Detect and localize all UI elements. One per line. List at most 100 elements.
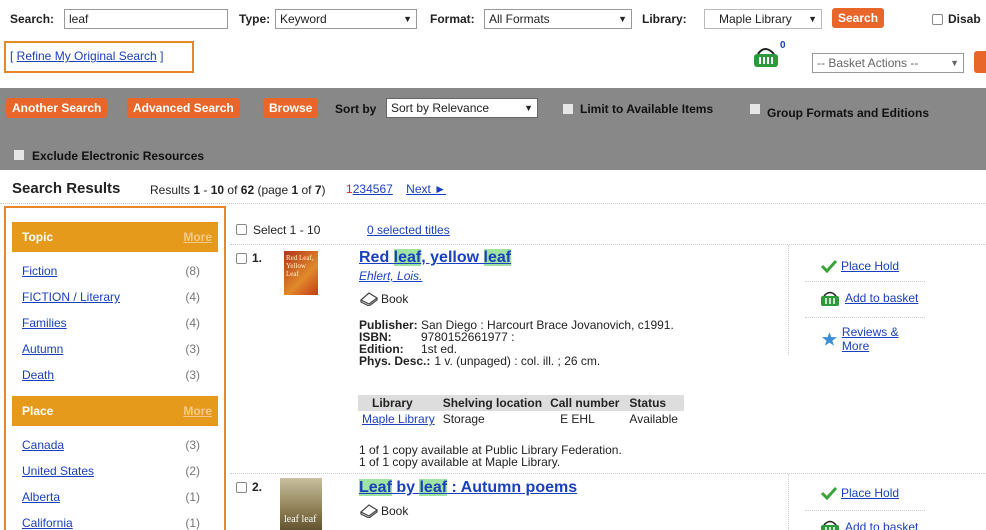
place-hold-action[interactable]: Place Hold xyxy=(821,259,899,273)
basket-count: 0 xyxy=(780,40,786,51)
facet-link[interactable]: Alberta xyxy=(22,490,60,516)
limit-available-label: Limit to Available Items xyxy=(580,102,714,116)
availability-notes: 1 of 1 copy available at Public Library … xyxy=(359,444,622,468)
add-to-basket-action[interactable]: Add to basket xyxy=(819,518,918,530)
holdings-location: Storage xyxy=(442,412,485,426)
result-title-link[interactable]: Red leaf, yellow leaf xyxy=(359,249,512,267)
basket-go-button[interactable] xyxy=(974,51,986,73)
exclude-electronic-checkbox[interactable] xyxy=(14,150,24,160)
pagination: 1234567 Next ► xyxy=(346,182,446,196)
place-hold-link[interactable]: Place Hold xyxy=(841,259,899,273)
facet-sidebar: Topic More Fiction (8) FICTION / Literary… xyxy=(4,206,226,530)
holdings-row: Maple Library Storage E EHL Available xyxy=(358,411,684,427)
type-select[interactable]: Keyword ▼ xyxy=(275,9,417,29)
result-item: 1. Red Leaf, Yellow Leaf Red leaf, yello… xyxy=(230,244,986,474)
holdings-library-link[interactable]: Maple Library xyxy=(362,412,435,426)
book-icon xyxy=(359,504,379,518)
holdings-call-number: E EHL xyxy=(560,412,595,426)
page-link[interactable]: 4 xyxy=(366,182,373,196)
facet-title: Topic xyxy=(22,230,54,244)
search-button[interactable]: Search xyxy=(832,8,885,28)
type-label: Type: xyxy=(239,12,271,26)
facet-link[interactable]: United States xyxy=(22,464,94,490)
format-value: All Formats xyxy=(489,12,550,26)
results-range-sep: - xyxy=(200,183,211,197)
format-select[interactable]: All Formats ▼ xyxy=(484,9,632,29)
basket-actions-select[interactable]: -- Basket Actions -- ▼ xyxy=(812,53,964,73)
sort-label: Sort by xyxy=(335,102,377,116)
sort-select[interactable]: Sort by Relevance ▼ xyxy=(386,98,538,118)
result-checkbox[interactable] xyxy=(236,482,247,493)
facet-link[interactable]: Death xyxy=(22,368,54,394)
facet-header-place: Place More xyxy=(12,396,218,426)
facet-link[interactable]: Autumn xyxy=(22,342,63,368)
facet-link[interactable]: FICTION / Literary xyxy=(22,290,120,316)
result-checkbox[interactable] xyxy=(236,253,247,264)
selected-titles-link[interactable]: 0 selected titles xyxy=(367,223,450,237)
next-page-link[interactable]: Next ► xyxy=(406,182,446,196)
facet-more-link[interactable]: More xyxy=(183,230,212,244)
book-cover-image[interactable]: leaf leaf xyxy=(280,478,322,530)
basket-icon xyxy=(821,291,839,306)
cover-text: leaf leaf xyxy=(284,514,317,525)
facet-count: (4) xyxy=(185,316,200,330)
facet-count: (8) xyxy=(185,264,200,278)
facet-count: (3) xyxy=(185,342,200,356)
add-to-basket-action[interactable]: Add to basket xyxy=(819,289,918,307)
divider xyxy=(805,317,925,318)
disable-checkbox[interactable] xyxy=(932,14,943,25)
search-input[interactable]: leaf xyxy=(64,9,228,29)
facet-count: (3) xyxy=(185,368,200,382)
library-select[interactable]: Maple Library ▼ xyxy=(704,9,822,29)
holdings-table: Library Shelving location Call number St… xyxy=(358,395,684,427)
advanced-search-button[interactable]: Advanced Search xyxy=(127,98,240,118)
reviews-link[interactable]: Reviews & More xyxy=(842,325,924,353)
facet-title: Place xyxy=(22,404,54,418)
select-all-checkbox[interactable] xyxy=(236,224,247,235)
another-search-button[interactable]: Another Search xyxy=(6,98,108,118)
author-link[interactable]: Ehlert, Lois. xyxy=(359,269,422,283)
facet-item: Families (4) xyxy=(12,316,218,342)
title-highlight: leaf xyxy=(419,479,448,496)
facet-list-topic: Fiction (8) FICTION / Literary (4) Familie… xyxy=(12,264,218,394)
facet-link[interactable]: Canada xyxy=(22,438,64,464)
facet-more-link[interactable]: More xyxy=(183,404,212,418)
cover-text: Red Leaf, Yellow Leaf xyxy=(286,254,314,278)
facet-item: Autumn (3) xyxy=(12,342,218,368)
facet-link[interactable]: Families xyxy=(22,316,67,342)
place-hold-action[interactable]: Place Hold xyxy=(821,486,899,500)
result-title-link[interactable]: Leaf by leaf : Autumn poems xyxy=(359,479,577,497)
page-link[interactable]: 7 xyxy=(386,182,393,196)
browse-button[interactable]: Browse xyxy=(263,98,319,118)
format-label: Format: xyxy=(430,12,475,26)
search-label: Search: xyxy=(10,12,55,26)
book-icon xyxy=(359,292,379,306)
reviews-action[interactable]: Reviews & More xyxy=(821,325,924,353)
basket-icon[interactable] xyxy=(752,44,782,70)
facet-count: (2) xyxy=(185,464,200,478)
results-pre: Results xyxy=(150,183,191,197)
result-number: 2. xyxy=(252,480,263,494)
group-formats-checkbox[interactable] xyxy=(750,104,760,114)
add-to-basket-link[interactable]: Add to basket xyxy=(845,520,918,530)
divider xyxy=(805,281,925,282)
facet-link[interactable]: California xyxy=(22,516,73,530)
result-item: 2. leaf leaf Leaf by leaf : Autumn poems… xyxy=(230,473,986,530)
limit-available-checkbox[interactable] xyxy=(563,104,573,114)
select-all-label: Select 1 - 10 xyxy=(253,223,321,237)
refine-search-link[interactable]: Refine My Original Search xyxy=(17,49,157,63)
star-icon xyxy=(821,332,837,346)
results-header: Search Results Results 1 - 10 of 62 (pag… xyxy=(0,178,986,204)
holdings-status: Available xyxy=(629,412,678,426)
result-actions: Place Hold Add to basket xyxy=(788,474,925,530)
exclude-electronic-label: Exclude Electronic Resources xyxy=(32,149,205,163)
sort-value: Sort by Relevance xyxy=(391,101,490,115)
library-value: Maple Library xyxy=(719,12,792,26)
book-cover-image[interactable]: Red Leaf, Yellow Leaf xyxy=(284,251,318,295)
results-page-post: ) xyxy=(321,183,326,197)
place-hold-link[interactable]: Place Hold xyxy=(841,486,899,500)
disable-label: Disab xyxy=(948,12,981,26)
facet-item: Death (3) xyxy=(12,368,218,394)
facet-link[interactable]: Fiction xyxy=(22,264,57,290)
add-to-basket-link[interactable]: Add to basket xyxy=(845,291,918,305)
